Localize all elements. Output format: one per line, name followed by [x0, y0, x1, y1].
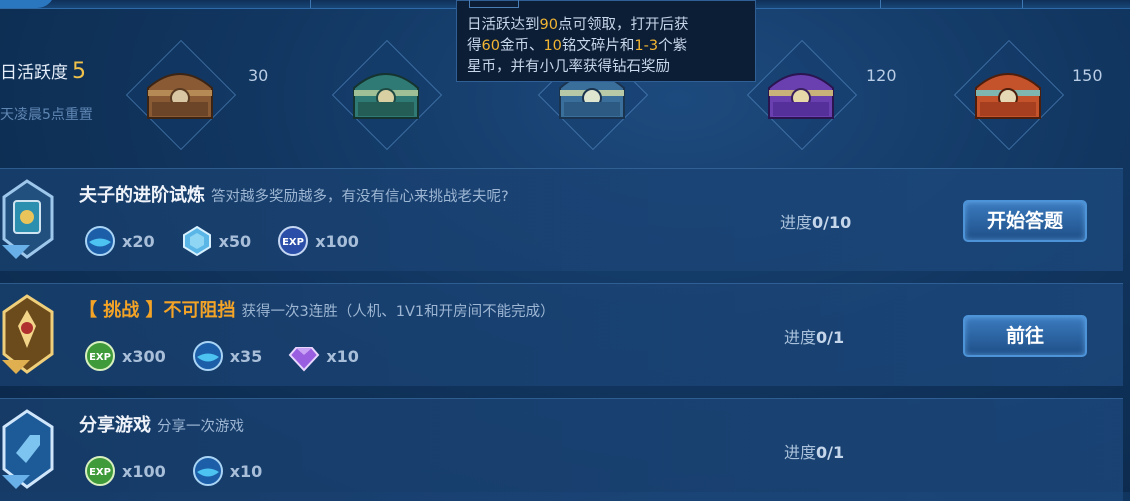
tooltip-line-2: 得60金币、10铭文碎片和1-3个紫 — [467, 36, 747, 57]
brown-chest-icon — [147, 73, 213, 119]
milestone-30: 30 — [248, 66, 269, 85]
challenge-trophy-badge-icon — [2, 294, 54, 374]
task-progress: 进度0/1 — [784, 439, 844, 463]
top-tab-cap — [0, 0, 55, 8]
progress-value: 0/1 — [816, 443, 845, 462]
go-button[interactable]: 前往 — [963, 315, 1087, 357]
reward-qty: x10 — [326, 346, 359, 366]
chest-reward-tooltip: 日活跃达到90点可领取，打开后获 得60金币、10铭文碎片和1-3个紫 星币，并… — [456, 0, 756, 82]
exp-blue-icon: EXP — [278, 226, 309, 256]
tooltip-highlight: 90 — [539, 17, 558, 33]
start-quiz-button[interactable]: 开始答题 — [963, 200, 1087, 242]
purple-gem-icon — [288, 347, 320, 372]
reward-qty: x35 — [229, 346, 263, 366]
task-title: 【 挑战 】不可阻挡 获得一次3连胜（人机、1V1和开房间不能完成） — [79, 296, 555, 322]
tooltip-text: 个紫 — [658, 38, 688, 54]
reward-qty: x20 — [122, 231, 155, 251]
task-title: 分享游戏 分享一次游戏 — [79, 411, 244, 437]
svg-text:EXP: EXP — [89, 352, 111, 363]
green-chest-icon — [353, 73, 419, 119]
tooltip-highlight: 1-3 — [634, 38, 659, 54]
reward-item: x10 — [192, 455, 263, 487]
reward-item: x35 — [192, 340, 263, 372]
task-progress: 进度0/10 — [780, 209, 851, 233]
reward-item: EXP x100 — [277, 225, 359, 257]
chest-60[interactable] — [330, 38, 443, 151]
reward-qty: x10 — [229, 461, 263, 481]
tooltip-text: 点可领取，打开后获 — [557, 17, 689, 33]
reward-item: EXP x300 — [84, 340, 166, 372]
task-row-quiz: 夫子的进阶试炼 答对越多奖励越多，有没有信心来挑战老夫呢? x20 x50 EXP… — [0, 168, 1123, 271]
svg-text:EXP: EXP — [89, 467, 111, 478]
progress-value: 0/10 — [812, 213, 852, 232]
milestone-120: 120 — [866, 66, 897, 85]
exp-green-icon: EXP — [85, 456, 115, 486]
share-badge-icon — [2, 409, 54, 489]
reward-item: x50 — [181, 225, 252, 257]
daily-activity-text: 日活跃度 — [0, 63, 68, 83]
reward-item: EXP x100 — [84, 455, 166, 487]
blue-orb-icon — [192, 341, 223, 371]
task-title-text: 不可阻挡 — [163, 300, 236, 321]
quiz-book-badge-icon — [2, 179, 54, 259]
task-desc: 获得一次3连胜（人机、1V1和开房间不能完成） — [241, 304, 555, 320]
progress-label: 进度 — [784, 328, 817, 347]
tooltip-text: 日活跃达到 — [467, 17, 540, 33]
task-desc: 分享一次游戏 — [157, 419, 244, 435]
milestone-150: 150 — [1072, 66, 1103, 85]
progress-label: 进度 — [784, 443, 817, 462]
orange-chest-icon — [975, 73, 1041, 119]
daily-activity-value: 5 — [72, 59, 86, 84]
exp-green-icon: EXP — [85, 341, 115, 371]
reset-note: 天凌晨5点重置 — [0, 107, 93, 123]
tooltip-text: 铭文碎片和 — [561, 38, 635, 54]
task-title: 夫子的进阶试炼 答对越多奖励越多，有没有信心来挑战老夫呢? — [79, 181, 509, 207]
blue-orb-icon — [85, 226, 115, 256]
reward-item: x20 — [84, 225, 155, 257]
task-row-share: 分享游戏 分享一次游戏 EXP x100 x10 进度0/1 — [0, 398, 1123, 501]
reward-qty: x100 — [315, 231, 359, 251]
tooltip-highlight: 60 — [481, 38, 500, 54]
tooltip-line-1: 日活跃达到90点可领取，打开后获 — [467, 15, 747, 36]
daily-activity-label: 日活跃度 5 — [0, 58, 86, 84]
chest-30[interactable] — [124, 38, 237, 151]
reward-list: EXP x300 x35 x10 — [84, 340, 359, 372]
blue-orb-icon — [192, 456, 223, 486]
tooltip-text: 金币、 — [499, 38, 544, 54]
tooltip-header-icon — [469, 0, 519, 8]
tab-divider — [310, 0, 311, 8]
reward-qty: x100 — [122, 461, 166, 481]
task-progress: 进度0/1 — [784, 324, 844, 348]
reward-list: x20 x50 EXP x100 — [84, 225, 359, 257]
progress-label: 进度 — [780, 213, 813, 232]
svg-text:EXP: EXP — [282, 237, 304, 248]
reward-qty: x300 — [122, 346, 166, 366]
tooltip-highlight: 10 — [543, 38, 562, 54]
reward-list: EXP x100 x10 — [84, 455, 262, 487]
purple-chest-icon — [768, 73, 834, 119]
challenge-tag: 【 挑战 】 — [79, 300, 164, 321]
tab-divider — [1022, 0, 1023, 8]
chest-150[interactable] — [952, 38, 1065, 151]
tooltip-line-3: 星币，并有小几率获得钻石奖励 — [467, 59, 670, 75]
task-title-text: 夫子的进阶试炼 — [79, 185, 205, 206]
tab-divider — [880, 0, 881, 8]
progress-value: 0/1 — [816, 328, 845, 347]
tooltip-text: 得 — [467, 38, 482, 54]
reward-qty: x50 — [218, 231, 252, 251]
task-title-text: 分享游戏 — [79, 415, 151, 436]
task-row-challenge: 【 挑战 】不可阻挡 获得一次3连胜（人机、1V1和开房间不能完成） EXP x3… — [0, 283, 1123, 386]
chest-120[interactable] — [745, 38, 858, 151]
task-desc: 答对越多奖励越多，有没有信心来挑战老夫呢? — [211, 189, 509, 205]
blue-crystal-icon — [182, 225, 211, 257]
reward-item: x10 — [288, 340, 359, 372]
